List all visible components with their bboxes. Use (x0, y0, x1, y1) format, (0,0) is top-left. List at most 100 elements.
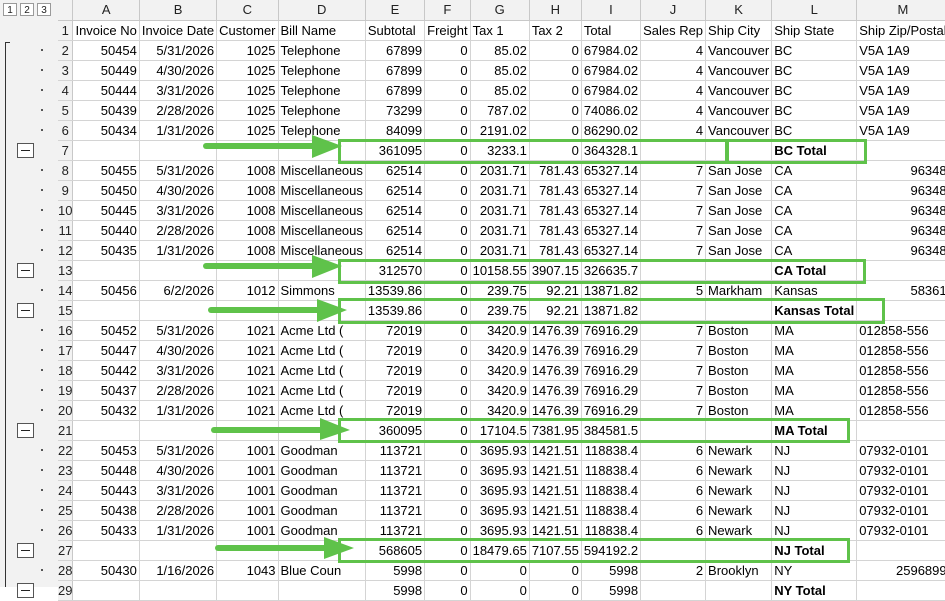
cell-h17[interactable]: 1476.39 (529, 340, 582, 361)
cell-m13[interactable] (856, 260, 945, 281)
cell-k7[interactable] (705, 140, 773, 161)
cell-h20[interactable]: 1476.39 (529, 400, 582, 421)
cell-l22[interactable]: NJ (771, 440, 858, 461)
cell-b7[interactable] (139, 140, 218, 161)
cell-k2[interactable]: Vancouver (705, 40, 773, 61)
cell-j5[interactable]: 4 (640, 100, 707, 121)
cell-j29[interactable] (640, 580, 707, 601)
cell-g23[interactable]: 3695.93 (470, 460, 530, 481)
cell-i22[interactable]: 118838.4 (581, 440, 642, 461)
cell-k29[interactable] (705, 580, 773, 601)
cell-m15[interactable] (856, 300, 945, 321)
cell-j10[interactable]: 7 (640, 200, 707, 221)
cell-c26[interactable]: 1001 (216, 520, 279, 541)
cell-e22[interactable]: 113721 (365, 440, 426, 461)
cell-f22[interactable]: 0 (424, 440, 471, 461)
cell-d8[interactable]: Miscellaneous (278, 160, 366, 181)
cell-a7[interactable] (72, 140, 140, 161)
cell-h21[interactable]: 7381.95 (529, 420, 582, 441)
cell-d14[interactable]: Simmons (278, 280, 366, 301)
cell-h19[interactable]: 1476.39 (529, 380, 582, 401)
cell-j21[interactable] (640, 420, 707, 441)
outline-level-2-button[interactable]: 2 (20, 3, 34, 16)
cell-i24[interactable]: 118838.4 (581, 480, 642, 501)
cell-k3[interactable]: Vancouver (705, 60, 773, 81)
cell-d3[interactable]: Telephone (278, 60, 366, 81)
cell-e28[interactable]: 5998 (365, 560, 426, 581)
cell-d21[interactable] (278, 420, 366, 441)
cell-j8[interactable]: 7 (640, 160, 707, 181)
cell-a15[interactable] (72, 300, 140, 321)
cell-d23[interactable]: Goodman (278, 460, 366, 481)
cell-c19[interactable]: 1021 (216, 380, 279, 401)
row-header[interactable]: 29 (58, 580, 74, 601)
cell-j22[interactable]: 6 (640, 440, 707, 461)
cell-m14[interactable]: 58361 (856, 280, 945, 301)
cell-i23[interactable]: 118838.4 (581, 460, 642, 481)
cell-k17[interactable]: Boston (705, 340, 773, 361)
cell-j9[interactable]: 7 (640, 180, 707, 201)
cell-h5[interactable]: 0 (529, 100, 582, 121)
cell-a5[interactable]: 50439 (72, 100, 140, 121)
row-header[interactable]: 24 (58, 480, 74, 501)
cell-a1[interactable]: Invoice No (72, 20, 140, 41)
row-header[interactable]: 1 (58, 20, 74, 41)
row-header[interactable]: 10 (58, 200, 74, 221)
cell-j11[interactable]: 7 (640, 220, 707, 241)
cell-b17[interactable]: 4/30/2026 (139, 340, 218, 361)
cell-d7[interactable] (278, 140, 366, 161)
cell-f29[interactable]: 0 (424, 580, 471, 601)
cell-g28[interactable]: 0 (470, 560, 530, 581)
cell-f12[interactable]: 0 (424, 240, 471, 261)
cell-h29[interactable]: 0 (529, 580, 582, 601)
cell-l13[interactable]: CA Total (771, 260, 858, 281)
cell-k21[interactable] (705, 420, 773, 441)
cell-i8[interactable]: 65327.14 (581, 160, 642, 181)
cell-f26[interactable]: 0 (424, 520, 471, 541)
cell-k26[interactable]: Newark (705, 520, 773, 541)
cell-i14[interactable]: 13871.82 (581, 280, 642, 301)
cell-b27[interactable] (139, 540, 218, 561)
cell-c5[interactable]: 1025 (216, 100, 279, 121)
cell-i3[interactable]: 67984.02 (581, 60, 642, 81)
cell-b23[interactable]: 4/30/2026 (139, 460, 218, 481)
cell-m22[interactable]: 07932-0101 (856, 440, 945, 461)
cell-m10[interactable]: 96348 (856, 200, 945, 221)
row-header[interactable]: 18 (58, 360, 74, 381)
cell-l10[interactable]: CA (771, 200, 858, 221)
cell-j20[interactable]: 7 (640, 400, 707, 421)
cell-m18[interactable]: 012858-556 (856, 360, 945, 381)
cell-c14[interactable]: 1012 (216, 280, 279, 301)
cell-m25[interactable]: 07932-0101 (856, 500, 945, 521)
cell-h25[interactable]: 1421.51 (529, 500, 582, 521)
cell-b15[interactable] (139, 300, 218, 321)
cell-e26[interactable]: 113721 (365, 520, 426, 541)
cell-l19[interactable]: MA (771, 380, 858, 401)
cell-b8[interactable]: 5/31/2026 (139, 160, 218, 181)
row-header[interactable]: 23 (58, 460, 74, 481)
cell-l11[interactable]: CA (771, 220, 858, 241)
cell-h2[interactable]: 0 (529, 40, 582, 61)
cell-m3[interactable]: V5A 1A9 (856, 60, 945, 81)
cell-h6[interactable]: 0 (529, 120, 582, 141)
cell-b28[interactable]: 1/16/2026 (139, 560, 218, 581)
cell-c18[interactable]: 1021 (216, 360, 279, 381)
cell-k28[interactable]: Brooklyn (705, 560, 773, 581)
cell-b18[interactable]: 3/31/2026 (139, 360, 218, 381)
cell-l24[interactable]: NJ (771, 480, 858, 501)
cell-j12[interactable]: 7 (640, 240, 707, 261)
cell-i12[interactable]: 65327.14 (581, 240, 642, 261)
cell-e17[interactable]: 72019 (365, 340, 426, 361)
cell-l5[interactable]: BC (771, 100, 858, 121)
cell-k23[interactable]: Newark (705, 460, 773, 481)
cell-e6[interactable]: 84099 (365, 120, 426, 141)
column-header-d[interactable]: D (278, 0, 366, 21)
cell-i28[interactable]: 5998 (581, 560, 642, 581)
cell-d4[interactable]: Telephone (278, 80, 366, 101)
cell-m1[interactable]: Ship Zip/Postal (856, 20, 945, 41)
cell-e2[interactable]: 67899 (365, 40, 426, 61)
cell-g3[interactable]: 85.02 (470, 60, 530, 81)
cell-c13[interactable] (216, 260, 279, 281)
cell-d2[interactable]: Telephone (278, 40, 366, 61)
select-all-corner[interactable] (58, 0, 74, 21)
